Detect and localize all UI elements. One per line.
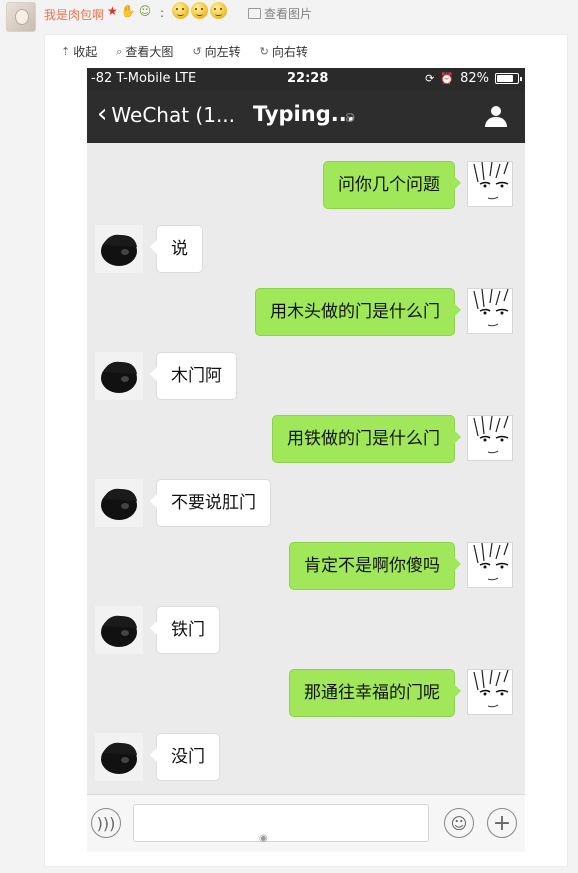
battery-icon — [495, 73, 522, 84]
status-bar: -82 T-Mobile LTE 22:28 ⟳ ⏰ 82% — [87, 68, 525, 91]
message-row: 问你几个问题 — [87, 161, 525, 209]
user-avatar[interactable] — [6, 2, 36, 32]
received-message-bubble[interactable]: 说 — [150, 225, 203, 273]
sent-message-bubble[interactable]: 用木头做的门是什么门 — [255, 288, 461, 336]
voice-icon: ))) — [96, 813, 116, 833]
wechat-screenshot: -82 T-Mobile LTE 22:28 ⟳ ⏰ 82% ‹ WeChat … — [87, 68, 525, 852]
back-label: WeChat (1... — [111, 103, 236, 127]
received-message-bubble[interactable]: 铁门 — [150, 606, 220, 654]
sent-message-bubble[interactable]: 那通往幸福的门呢 — [289, 669, 461, 717]
received-message-bubble[interactable]: 没门 — [150, 733, 220, 781]
message-row: 肯定不是啊你傻吗 — [87, 542, 525, 590]
contact-avatar[interactable] — [95, 606, 143, 654]
message-row: 铁门 — [87, 606, 525, 654]
collapse-button[interactable]: ⇡ 收起 — [61, 43, 97, 60]
zoom-icon: ⌕ — [116, 44, 123, 58]
view-large-button[interactable]: ⌕ 查看大图 — [116, 43, 173, 60]
plus-icon: + — [492, 810, 512, 836]
rotate-right-button[interactable]: ↻ 向右转 — [260, 43, 308, 60]
post-header: 我是肉包啊 ★ ✋ ☺ : 查看图片 — [0, 0, 578, 34]
my-avatar[interactable] — [467, 542, 513, 588]
emoji-icon — [210, 2, 227, 19]
my-avatar[interactable] — [467, 288, 513, 334]
sent-message-bubble[interactable]: 肯定不是啊你傻吗 — [289, 542, 461, 590]
star-badge-icon: ★ — [107, 4, 118, 18]
sent-message-bubble[interactable]: 用铁做的门是什么门 — [272, 415, 461, 463]
message-row: 那通往幸福的门呢 — [87, 669, 525, 717]
contact-avatar[interactable] — [95, 352, 143, 400]
message-row: 用铁做的门是什么门 — [87, 415, 525, 463]
weibo-watermark: ◉ — [259, 833, 268, 844]
rotate-right-icon: ↻ — [259, 45, 269, 58]
hand-badge-icon: ✋ — [120, 4, 136, 18]
ear-icon: ʚ — [345, 107, 356, 126]
input-bar: ))) ☺ + ◉ — [87, 794, 525, 852]
rotate-left-icon: ↺ — [192, 45, 202, 58]
clock-text: 22:28 — [287, 71, 329, 86]
carrier-text: -82 T-Mobile LTE — [91, 71, 197, 86]
weibo-logo-icon: ◉ — [259, 833, 268, 844]
my-avatar[interactable] — [467, 415, 513, 461]
view-image-link[interactable]: 查看图片 — [248, 5, 312, 22]
battery-percent: 82% — [460, 71, 489, 86]
my-avatar[interactable] — [467, 669, 513, 715]
message-row: 没门 — [87, 733, 525, 781]
rotate-left-button[interactable]: ↺ 向左转 — [192, 43, 240, 60]
status-right: ⟳ ⏰ 82% — [425, 71, 522, 86]
view-large-label: 查看大图 — [125, 45, 174, 59]
message-row: 用木头做的门是什么门 — [87, 288, 525, 336]
emoji-icon — [191, 2, 208, 19]
chat-title: Typing... — [253, 102, 355, 126]
colon: : — [160, 6, 165, 20]
battery-fill — [497, 75, 513, 82]
my-avatar[interactable] — [467, 161, 513, 207]
chevron-left-icon: ‹ — [97, 98, 108, 129]
contact-avatar[interactable] — [95, 225, 143, 273]
emoji-button[interactable]: ☺ — [444, 808, 474, 838]
message-row: 说 — [87, 225, 525, 273]
emoji-group — [172, 2, 227, 19]
alarm-icon: ⏰ — [440, 72, 455, 85]
plus-button[interactable]: + — [487, 808, 517, 838]
received-message-bubble[interactable]: 木门阿 — [150, 352, 237, 400]
picture-icon — [248, 8, 261, 19]
chat-navbar: ‹ WeChat (1... Typing... ʚ — [87, 91, 525, 143]
received-message-bubble[interactable]: 不要说肛门 — [150, 479, 271, 527]
person-icon[interactable] — [485, 106, 507, 128]
collapse-label: 收起 — [73, 45, 98, 59]
back-button[interactable]: ‹ WeChat (1... — [97, 98, 236, 129]
message-row: 木门阿 — [87, 352, 525, 400]
view-image-label: 查看图片 — [264, 7, 313, 21]
rotate-right-label: 向右转 — [271, 45, 308, 59]
username-link[interactable]: 我是肉包啊 — [44, 6, 104, 23]
rotation-lock-icon: ⟳ — [425, 72, 435, 85]
chat-area[interactable]: 问你几个问题说用木头做的门是什么门 木门阿 用铁做的门是什么门 不要说肛门 肯定不是啊你… — [87, 143, 525, 794]
rotate-left-label: 向左转 — [204, 45, 241, 59]
face-badge-icon: ☺ — [138, 4, 152, 18]
collapse-icon: ⇡ — [61, 45, 71, 58]
contact-avatar[interactable] — [95, 733, 143, 781]
sent-message-bubble[interactable]: 问你几个问题 — [323, 161, 461, 209]
contact-avatar[interactable] — [95, 479, 143, 527]
message-row: 不要说肛门 — [87, 479, 525, 527]
image-toolbar: ⇡ 收起 ⌕ 查看大图 ↺ 向左转 ↻ 向右转 — [61, 43, 327, 60]
emoji-icon: ☺ — [450, 813, 468, 833]
emoji-icon — [172, 2, 189, 19]
message-input[interactable] — [133, 804, 429, 842]
voice-button[interactable]: ))) — [91, 808, 121, 838]
badges: ★ ✋ ☺ — [107, 4, 151, 18]
